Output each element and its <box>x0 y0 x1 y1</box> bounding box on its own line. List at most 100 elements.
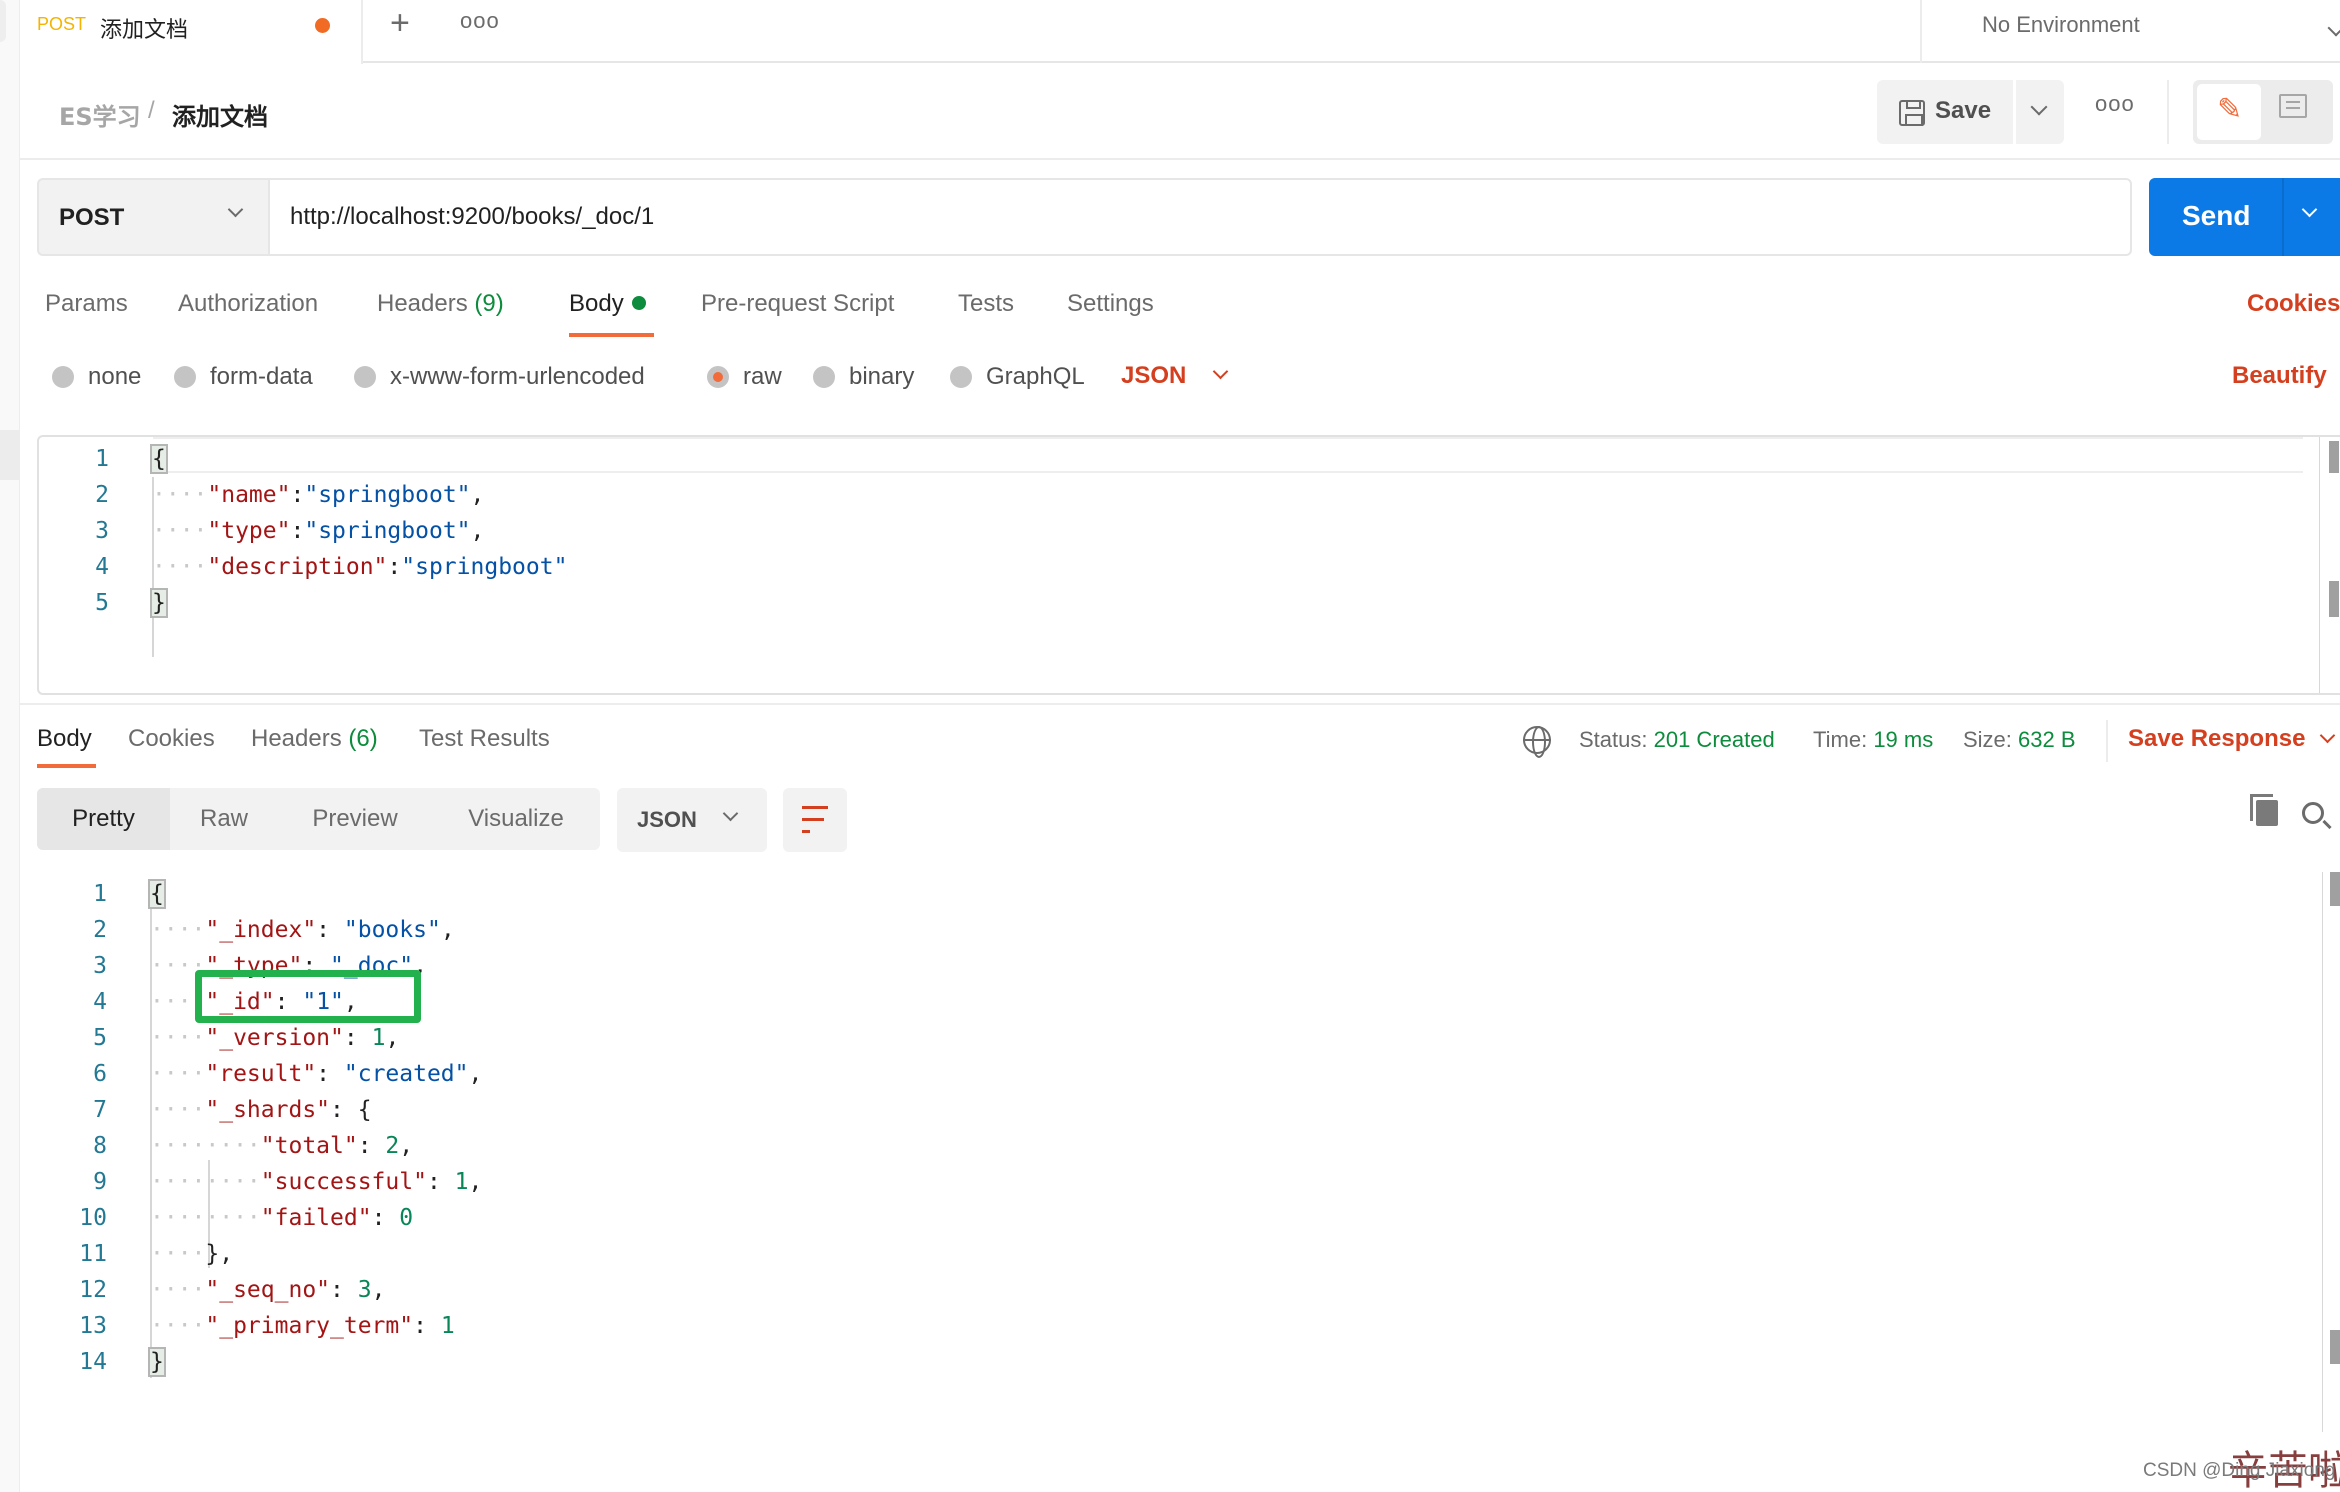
json-colon: : <box>290 482 305 508</box>
response-tab-body[interactable]: Body <box>37 725 92 753</box>
json-colon: : <box>357 1133 386 1159</box>
sidebar-collapsed-item[interactable] <box>0 430 20 480</box>
json-punct: , <box>399 1133 414 1159</box>
time-readout[interactable]: Time: 19 ms <box>1813 727 1933 753</box>
tab-tests[interactable]: Tests <box>958 290 1014 318</box>
tab-title: 添加文档 <box>100 18 189 43</box>
tab-body[interactable]: Body <box>569 290 646 318</box>
status-value: 201 Created <box>1653 727 1775 752</box>
environment-select[interactable]: No Environment <box>1920 0 2340 63</box>
json-punct: , <box>468 1169 483 1195</box>
copy-icon[interactable] <box>2250 794 2278 826</box>
radio-graphql[interactable]: GraphQL <box>950 362 1085 392</box>
radio-label: none <box>88 363 142 390</box>
line-number: 11 <box>79 1241 107 1267</box>
radio-form-data[interactable]: form-data <box>174 362 313 392</box>
response-body-viewer[interactable]: 1{2 ····"_index": "books", 3 ····"_type": "… <box>37 872 2340 1432</box>
response-view-selector: Pretty Raw Preview Visualize <box>37 788 600 850</box>
line-number: 1 <box>93 881 107 907</box>
view-pretty[interactable]: Pretty <box>37 788 170 850</box>
response-format-select[interactable]: JSON <box>617 788 767 852</box>
comment-icon[interactable] <box>2279 94 2307 118</box>
headers-count: (9) <box>474 290 504 317</box>
response-tab-headers[interactable]: Headers (6) <box>251 725 378 753</box>
viewer-scrollbar-rail <box>2322 872 2323 1432</box>
indent-dots: ···· <box>150 1277 206 1303</box>
sidebar-strip <box>0 0 20 1492</box>
radio-x-www-form-urlencoded[interactable]: x-www-form-urlencoded <box>354 362 645 392</box>
line-number: 5 <box>93 1025 107 1051</box>
edit-mode-button[interactable]: ✎ <box>2197 84 2261 140</box>
line-number: 5 <box>95 590 109 616</box>
breadcrumb-collection[interactable]: ES学习 <box>59 97 141 132</box>
indent-dots: ···· <box>152 554 208 580</box>
radio-binary[interactable]: binary <box>813 362 914 392</box>
save-icon <box>1899 100 1925 126</box>
editor-scrollbar-rail <box>2319 437 2320 693</box>
breadcrumb-request-name[interactable]: 添加文档 <box>172 97 268 132</box>
tab-headers[interactable]: Headers (9) <box>377 290 504 318</box>
beautify-link[interactable]: Beautify <box>2232 362 2327 390</box>
indent-dots: ···· <box>152 482 208 508</box>
save-button[interactable]: Save <box>1877 80 2013 144</box>
response-headers-count: (6) <box>348 725 378 752</box>
size-readout[interactable]: Size: 632 B <box>1963 727 2076 753</box>
response-tab-cookies[interactable]: Cookies <box>128 725 215 753</box>
radio-raw[interactable]: raw <box>707 362 782 392</box>
request-tab[interactable]: POST 添加文档 <box>20 0 363 64</box>
tab-headers-label: Headers <box>377 290 468 317</box>
radio-none[interactable]: none <box>52 362 141 392</box>
body-language-select[interactable]: JSON <box>1121 362 1229 390</box>
active-tab-underline <box>37 764 96 768</box>
save-dropdown-button[interactable] <box>2016 80 2064 144</box>
line-number: 14 <box>79 1349 107 1375</box>
chevron-down-icon[interactable] <box>2301 201 2318 218</box>
indent-dots: ···· <box>152 518 208 544</box>
response-tab-test-results[interactable]: Test Results <box>419 725 550 753</box>
json-number: 0 <box>399 1205 414 1231</box>
tab-authorization[interactable]: Authorization <box>178 290 318 318</box>
pencil-icon: ✎ <box>2217 93 2243 126</box>
save-response-button[interactable]: Save Response <box>2128 725 2336 753</box>
pane-divider[interactable] <box>20 703 2340 705</box>
json-punct: , <box>468 1061 483 1087</box>
new-tab-icon[interactable]: + <box>390 4 410 43</box>
indent-dots: ········ <box>150 1169 261 1195</box>
code-line: ····"result": "created", <box>150 1056 482 1092</box>
editor-scrollbar-thumb[interactable] <box>2329 441 2339 473</box>
tab-params[interactable]: Params <box>45 290 128 318</box>
globe-icon[interactable] <box>1523 726 1551 758</box>
json-key: "description" <box>207 554 388 580</box>
view-preview[interactable]: Preview <box>278 788 432 850</box>
tab-pre-request-script[interactable]: Pre-request Script <box>701 290 894 318</box>
json-string: "springboot" <box>401 554 568 580</box>
search-icon[interactable] <box>2302 802 2324 824</box>
send-button[interactable]: Send <box>2149 178 2340 256</box>
code-line: ····"_primary_term": 1 <box>150 1308 455 1344</box>
method-select[interactable]: POST <box>37 178 269 256</box>
code-line: ····"_version": 1, <box>150 1020 399 1056</box>
indent-dots: ···· <box>150 1313 206 1339</box>
code-line: ····}, <box>150 1236 233 1272</box>
annotation-highlight-box <box>195 970 421 1023</box>
url-input[interactable] <box>268 178 2132 256</box>
json-colon: : <box>316 1061 344 1087</box>
code-line: ····"_shards": { <box>150 1092 372 1128</box>
status-readout[interactable]: Status: 201 Created <box>1579 727 1775 753</box>
sidebar-collapsed-item[interactable] <box>0 0 6 42</box>
viewer-scrollbar-thumb[interactable] <box>2330 872 2340 906</box>
unsaved-indicator-icon[interactable] <box>315 18 330 33</box>
view-raw[interactable]: Raw <box>170 788 278 850</box>
request-body-editor[interactable]: 1{2 ····"name":"springboot", 3 ····"type":"… <box>37 435 2340 695</box>
wrap-icon <box>802 806 828 809</box>
tab-settings[interactable]: Settings <box>1067 290 1154 318</box>
json-key: "type" <box>207 518 291 544</box>
status-label: Status: <box>1579 727 1648 752</box>
more-tabs-icon[interactable]: ooo <box>460 8 500 34</box>
cookies-link[interactable]: Cookies <box>2247 290 2340 318</box>
more-actions-icon[interactable]: ooo <box>2095 91 2135 117</box>
wrap-lines-button[interactable] <box>783 788 847 852</box>
tab-bar: POST 添加文档 + ooo No Environment <box>20 0 2340 64</box>
view-visualize[interactable]: Visualize <box>432 788 600 850</box>
code-line: ····"type":"springboot", <box>152 513 484 549</box>
